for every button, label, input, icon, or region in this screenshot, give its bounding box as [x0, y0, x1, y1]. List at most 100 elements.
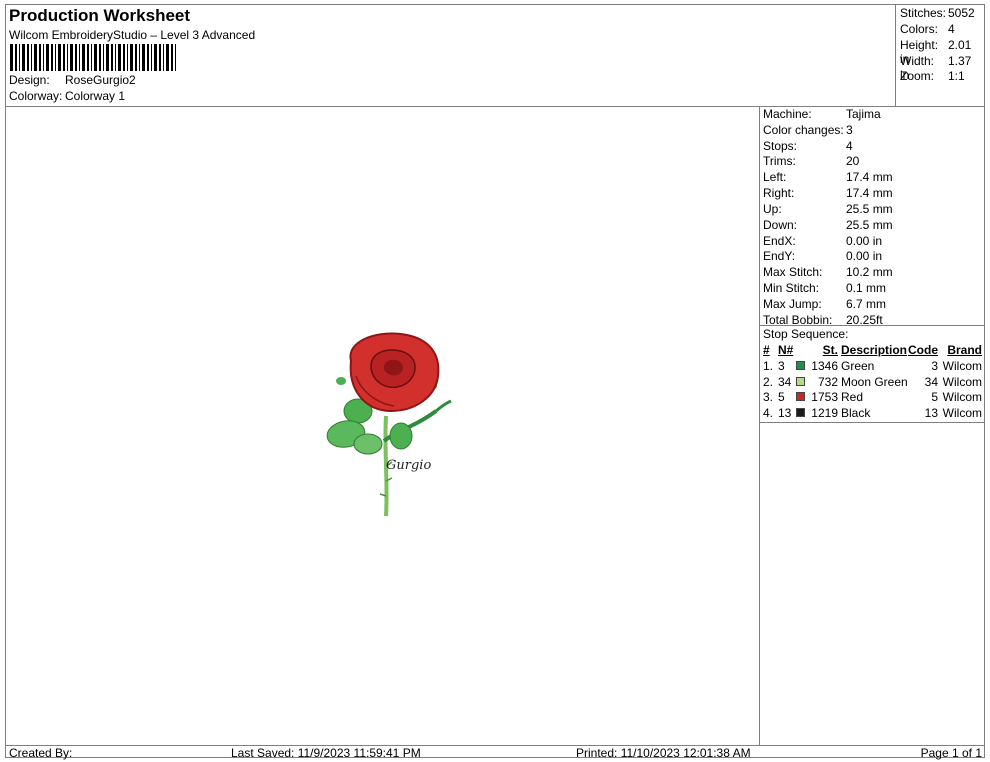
- info-row: Max Stitch: 10.2 mm: [763, 265, 893, 279]
- row-code: 3: [931, 359, 938, 373]
- info-value: 25.5 mm: [846, 218, 893, 232]
- info-row: Left: 17.4 mm: [763, 170, 893, 184]
- info-value: 10.2 mm: [846, 265, 893, 279]
- table-row: 4. 13 1219 Black 13 Wilcom: [759, 406, 984, 421]
- software-name: Wilcom EmbroideryStudio – Level 3 Advanc…: [9, 28, 256, 42]
- info-row: Trims: 20: [763, 154, 859, 168]
- info-row: Right: 17.4 mm: [763, 186, 893, 200]
- info-label: Machine:: [763, 107, 812, 121]
- info-row: Stops: 4: [763, 139, 853, 153]
- row-num: 4.: [763, 406, 774, 420]
- info-label: EndY:: [763, 249, 796, 263]
- col-num: #: [763, 343, 770, 357]
- row-brand: Wilcom: [942, 406, 982, 420]
- info-value: 0.1 mm: [846, 281, 887, 295]
- header: Production Worksheet Wilcom EmbroiderySt…: [6, 5, 896, 107]
- info-label: Down:: [763, 218, 798, 232]
- summary-value: 5052: [948, 6, 975, 20]
- info-value: Tajima: [846, 107, 881, 121]
- info-value: 17.4 mm: [846, 170, 893, 184]
- summary-value: 4: [948, 22, 955, 36]
- summary-value: 1:1: [948, 69, 965, 83]
- info-row: EndY: 0.00 in: [763, 249, 882, 263]
- info-label: Max Stitch:: [763, 265, 823, 279]
- info-label: Max Jump:: [763, 297, 822, 311]
- row-brand: Wilcom: [942, 359, 982, 373]
- summary-label: Height:: [900, 38, 939, 52]
- design-label: Design:: [9, 73, 50, 87]
- stop-sequence-title: Stop Sequence:: [763, 327, 849, 341]
- row-description: Green: [841, 359, 875, 373]
- col-code: Code: [908, 343, 938, 357]
- summary-panel: Stitches: 5052 Colors: 4 Height: 2.01 in Wi…: [895, 5, 985, 107]
- summary-label: Stitches:: [900, 6, 947, 20]
- page-number: Page 1 of 1: [920, 746, 982, 760]
- info-value: 25.5 mm: [846, 202, 893, 216]
- col-brand: Brand: [947, 343, 982, 357]
- info-value: 20: [846, 154, 860, 168]
- info-value: 4: [846, 139, 853, 153]
- col-description: Description: [841, 343, 908, 357]
- info-label: Left:: [763, 170, 787, 184]
- col-n: N#: [778, 343, 794, 357]
- row-num: 2.: [763, 375, 774, 389]
- row-n: 3: [778, 359, 785, 373]
- stop-sequence-header: # N# St. Description Code Brand: [759, 343, 984, 358]
- rose-design-image: Gurgio: [326, 332, 452, 517]
- colorway-row: Colorway: Colorway 1: [9, 89, 125, 103]
- worksheet: Production Worksheet Wilcom EmbroiderySt…: [5, 4, 985, 760]
- page-title: Production Worksheet: [9, 6, 191, 25]
- created-by: Created By:: [9, 746, 73, 760]
- row-n: 13: [778, 406, 792, 420]
- color-swatch: [796, 361, 805, 370]
- summary-label: Width:: [900, 54, 935, 68]
- info-row: Down: 25.5 mm: [763, 218, 893, 232]
- table-row: 3. 5 1753 Red 5 Wilcom: [759, 390, 984, 405]
- design-row: Design: RoseGurgio2: [9, 73, 136, 87]
- color-swatch: [796, 408, 805, 417]
- summary-row: Zoom: 1:1: [900, 69, 984, 83]
- row-code: 34: [924, 375, 938, 389]
- col-st: St.: [822, 343, 838, 357]
- row-description: Moon Green: [841, 375, 908, 389]
- info-row: Min Stitch: 0.1 mm: [763, 281, 886, 295]
- colorway-value: Colorway 1: [65, 89, 126, 103]
- info-row: Up: 25.5 mm: [763, 202, 893, 216]
- barcode-icon: [10, 44, 176, 71]
- table-row: 2. 34 732 Moon Green 34 Wilcom: [759, 375, 984, 390]
- info-label: Trims:: [763, 154, 796, 168]
- row-num: 1.: [763, 359, 774, 373]
- table-row: 1. 3 1346 Green 3 Wilcom: [759, 359, 984, 374]
- row-st: 732: [817, 375, 838, 389]
- design-value: RoseGurgio2: [65, 73, 136, 87]
- footer: Created By: Last Saved: 11/9/2023 11:59:…: [6, 745, 984, 760]
- row-st: 1753: [811, 390, 838, 404]
- info-value: 0.00 in: [846, 249, 883, 263]
- info-row: EndX: 0.00 in: [763, 234, 882, 248]
- summary-label: Zoom:: [900, 69, 935, 83]
- summary-row: Stitches: 5052: [900, 6, 984, 20]
- summary-label: Colors:: [900, 22, 939, 36]
- info-value: 6.7 mm: [846, 297, 887, 311]
- stop-sequence: Stop Sequence: # N# St. Description Code…: [759, 325, 984, 420]
- machine-info-panel: Machine: Tajima Color changes: 3 Stops: 4 T…: [759, 106, 984, 423]
- info-value: 3: [846, 123, 853, 137]
- info-label: Color changes:: [763, 123, 844, 137]
- signature-text: Gurgio: [386, 458, 431, 473]
- info-label: Right:: [763, 186, 795, 200]
- printed-date: Printed: 11/10/2023 12:01:38 AM: [576, 746, 751, 760]
- row-n: 5: [778, 390, 785, 404]
- row-num: 3.: [763, 390, 774, 404]
- row-n: 34: [778, 375, 792, 389]
- last-saved: Last Saved: 11/9/2023 11:59:41 PM: [231, 746, 421, 760]
- row-code: 13: [924, 406, 938, 420]
- info-label: Min Stitch:: [763, 281, 820, 295]
- row-brand: Wilcom: [942, 375, 982, 389]
- summary-row: Colors: 4: [900, 22, 984, 36]
- design-preview: Gurgio: [6, 106, 760, 745]
- row-brand: Wilcom: [942, 390, 982, 404]
- row-code: 5: [931, 390, 938, 404]
- info-value: 17.4 mm: [846, 186, 893, 200]
- info-row: Max Jump: 6.7 mm: [763, 297, 886, 311]
- info-value: 0.00 in: [846, 234, 883, 248]
